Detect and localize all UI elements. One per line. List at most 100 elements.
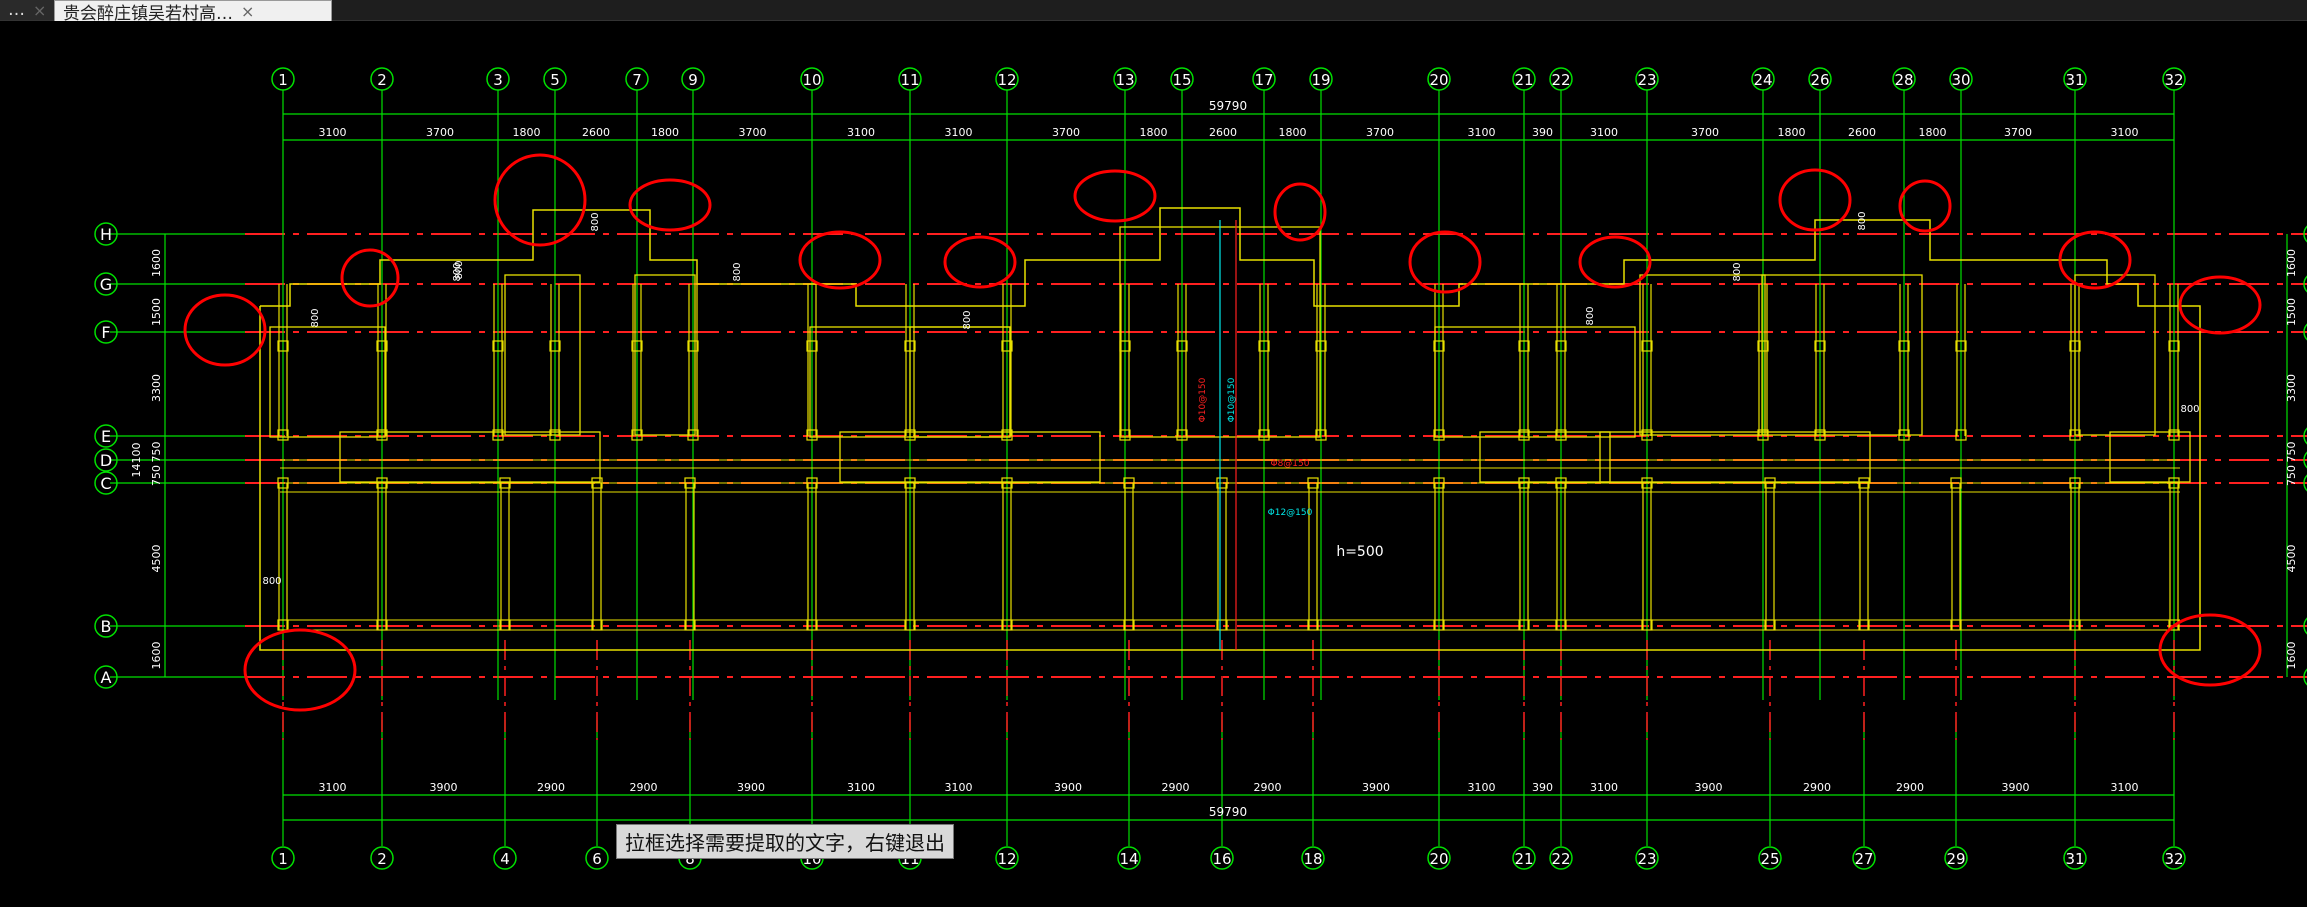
dim-top: 2600 bbox=[1848, 126, 1876, 139]
axis-label-top: 31 bbox=[2065, 71, 2084, 89]
cad-drawing-canvas[interactable]: HGFEDCBA1 2 3 5 7 9 10 11 12 13 15 17 19 20 21 22 23 24 26… bbox=[0, 21, 2307, 907]
axis-label-row: B bbox=[101, 617, 112, 636]
tab-active-label: 贵会醉庄镇吴若村高… bbox=[63, 3, 233, 24]
axis-label-row: E bbox=[101, 427, 111, 446]
dim-top: 1800 bbox=[1919, 126, 1947, 139]
markup-circle bbox=[340, 248, 400, 308]
dim-left: 1600 bbox=[150, 642, 163, 670]
axis-label-top: 23 bbox=[1637, 71, 1656, 89]
dim-right: 3300 bbox=[2285, 374, 2298, 402]
label-h500: h=500 bbox=[1336, 544, 1383, 560]
markup-circle bbox=[628, 178, 712, 232]
label-800: 800 bbox=[1585, 306, 1596, 325]
dim-bottom: 3900 bbox=[430, 781, 458, 794]
axis-label-row: D bbox=[100, 451, 112, 470]
label-800: 800 bbox=[1857, 211, 1868, 230]
dim-top: 3700 bbox=[2004, 126, 2032, 139]
dim-left: 750 bbox=[150, 442, 163, 463]
markup-circle bbox=[493, 153, 587, 247]
tab-active-drawing[interactable]: 贵会醉庄镇吴若村高… × bbox=[54, 0, 332, 24]
dim-left: 4500 bbox=[150, 545, 163, 573]
markup-circle bbox=[1273, 182, 1327, 242]
dim-bottom: 3100 bbox=[319, 781, 347, 794]
axis-label-bottom: 18 bbox=[1303, 850, 1322, 868]
axis-label-top: 10 bbox=[802, 71, 821, 89]
dim-top: 3100 bbox=[319, 126, 347, 139]
axis-label-bottom: 32 bbox=[2164, 850, 2183, 868]
dim-bottom: 3900 bbox=[1695, 781, 1723, 794]
axis-label-top: 32 bbox=[2164, 71, 2183, 89]
axis-label-bottom: 14 bbox=[1119, 850, 1138, 868]
axis-label-bottom: 4 bbox=[500, 850, 510, 868]
beam-outline bbox=[839, 431, 1101, 483]
label-800: 800 bbox=[454, 260, 465, 279]
axis-label-top: 13 bbox=[1115, 71, 1134, 89]
label-800: 800 bbox=[2180, 404, 2199, 415]
dim-bottom: 3900 bbox=[737, 781, 765, 794]
tab-previous[interactable]: … × bbox=[0, 0, 54, 20]
axis-label-bottom: 16 bbox=[1212, 850, 1231, 868]
axis-label-bottom: 1 bbox=[278, 850, 288, 868]
dim-bottom: 2900 bbox=[1162, 781, 1190, 794]
dim-top: 3700 bbox=[1366, 126, 1394, 139]
axis-label-top: 7 bbox=[632, 71, 642, 89]
dim-total-bottom: 59790 bbox=[1209, 805, 1247, 819]
axis-label-bottom: 27 bbox=[1854, 850, 1873, 868]
axis-label-bottom: 23 bbox=[1637, 850, 1656, 868]
dim-top: 2600 bbox=[582, 126, 610, 139]
axis-label-top: 28 bbox=[1894, 71, 1913, 89]
dim-top: 3100 bbox=[847, 126, 875, 139]
dim-right: 1600 bbox=[2285, 249, 2298, 277]
beam-outline bbox=[909, 326, 1011, 438]
axis-label-top: 12 bbox=[997, 71, 1016, 89]
beam-outline bbox=[634, 274, 696, 436]
axis-label-row: A bbox=[101, 668, 112, 687]
dim-left-sub: 14100 bbox=[130, 443, 143, 478]
axis-label-top: 20 bbox=[1429, 71, 1448, 89]
beam-outline bbox=[2074, 274, 2156, 436]
dim-bottom: 3900 bbox=[1054, 781, 1082, 794]
markup-circle bbox=[1898, 179, 1952, 233]
beam-outline bbox=[1761, 274, 1923, 436]
label-rebar-2: Φ8@150 bbox=[1271, 459, 1310, 469]
dim-right: 1500 bbox=[2285, 298, 2298, 326]
dim-right: 4500 bbox=[2285, 545, 2298, 573]
beam-outline bbox=[504, 274, 581, 436]
axis-label-top: 2 bbox=[377, 71, 387, 89]
dim-bottom: 3900 bbox=[1362, 781, 1390, 794]
close-icon[interactable]: × bbox=[33, 1, 46, 20]
axis-label-bottom: 31 bbox=[2065, 850, 2084, 868]
axis-label-top: 26 bbox=[1810, 71, 1829, 89]
axis-label-top: 11 bbox=[900, 71, 919, 89]
dim-top: 3700 bbox=[739, 126, 767, 139]
dim-bottom: 3900 bbox=[2002, 781, 2030, 794]
dim-bottom: 3100 bbox=[1468, 781, 1496, 794]
label-800: 800 bbox=[262, 576, 281, 587]
command-prompt-tooltip: 拉框选择需要提取的文字，右键退出 bbox=[616, 824, 954, 859]
axis-label-bottom: 6 bbox=[592, 850, 602, 868]
markup-circle bbox=[183, 293, 267, 367]
beam-outline bbox=[1434, 326, 1636, 438]
axis-label-row: F bbox=[101, 323, 110, 342]
axis-label-bottom: 29 bbox=[1946, 850, 1965, 868]
dim-bottom: 2900 bbox=[630, 781, 658, 794]
axis-label-row: H bbox=[100, 225, 112, 244]
axis-label-row: G bbox=[100, 275, 112, 294]
dim-top: 3100 bbox=[2111, 126, 2139, 139]
axis-label-bottom: 20 bbox=[1429, 850, 1448, 868]
markup-circle bbox=[943, 235, 1017, 289]
dim-bottom: 3100 bbox=[2111, 781, 2139, 794]
label-800: 800 bbox=[310, 308, 321, 327]
document-tab-bar: … × 贵会醉庄镇吴若村高… × bbox=[0, 0, 2307, 24]
beam-outline bbox=[1479, 431, 1611, 483]
close-icon[interactable]: × bbox=[241, 2, 254, 21]
tab-previous-label: … bbox=[8, 0, 25, 20]
dim-top: 1800 bbox=[1140, 126, 1168, 139]
dim-top: 1800 bbox=[513, 126, 541, 139]
axis-label-bottom: 2 bbox=[377, 850, 387, 868]
dim-right: 750 bbox=[2285, 465, 2298, 486]
dim-total-top: 59790 bbox=[1209, 99, 1247, 113]
label-rebar-1: Φ10@150 bbox=[1198, 377, 1208, 422]
axis-label-bottom: 25 bbox=[1760, 850, 1779, 868]
axis-label-top: 30 bbox=[1951, 71, 1970, 89]
